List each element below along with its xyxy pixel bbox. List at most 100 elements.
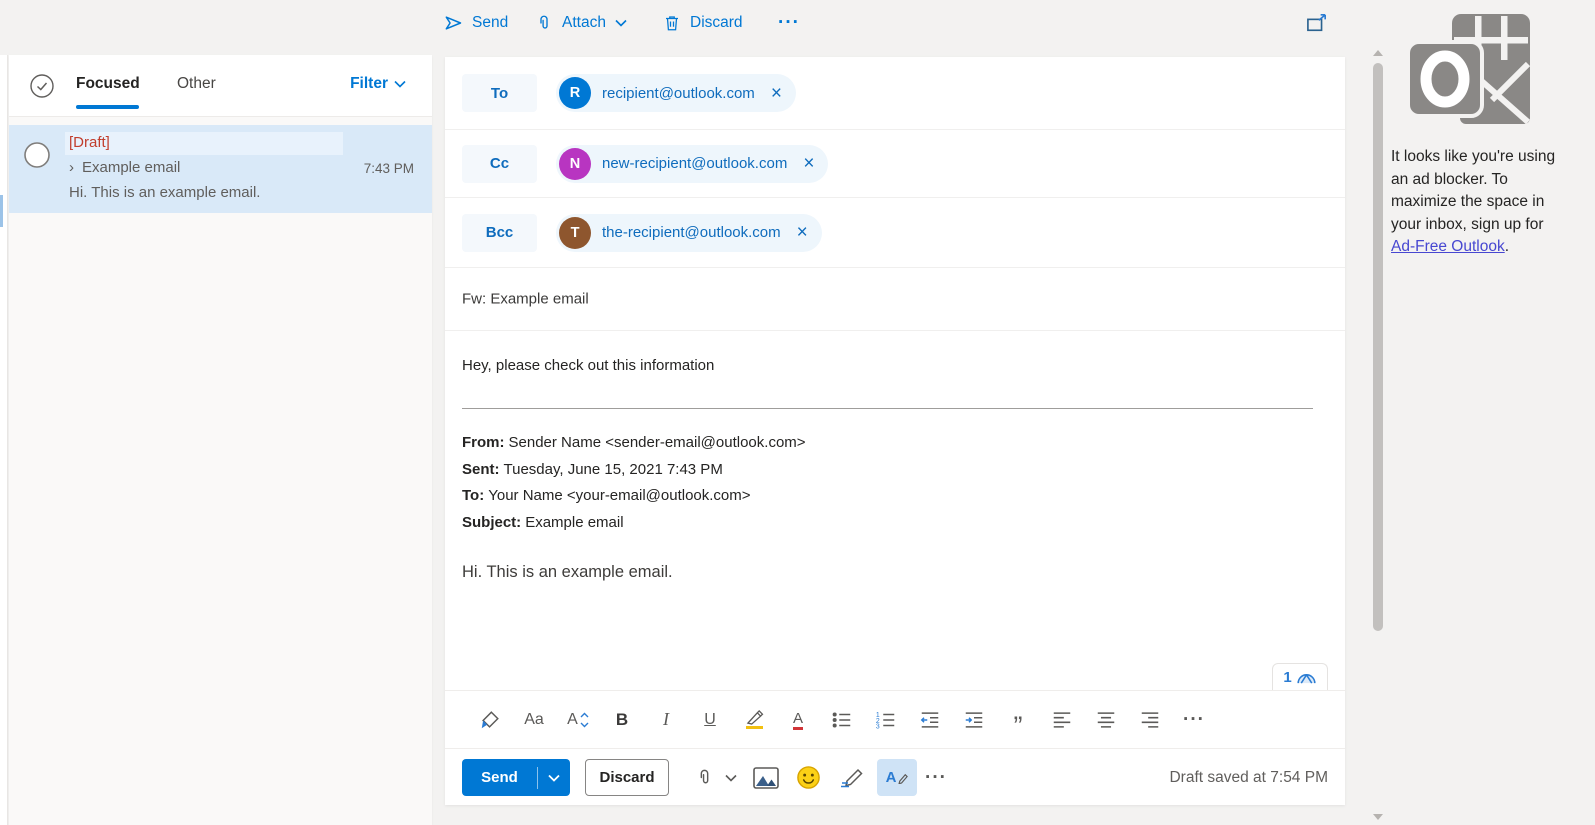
font-color-icon[interactable]: A [776, 698, 820, 742]
select-all-checkbox-icon[interactable] [29, 73, 55, 104]
editor-suggestions-chip[interactable]: 1 [1272, 663, 1328, 690]
more-formatting-icon[interactable]: ··· [1172, 698, 1216, 742]
outlook-grid-logo-icon [1408, 14, 1530, 131]
text-highlight-icon[interactable] [732, 698, 776, 742]
more-options-icon[interactable]: ··· [925, 759, 947, 796]
outlook-compose-screen: Send Attach Discard ··· Focused Other [0, 0, 1595, 825]
vertical-scrollbar [1371, 45, 1385, 825]
font-icon[interactable]: Aa [512, 698, 556, 742]
send-command-label: Send [472, 14, 508, 32]
send-command[interactable]: Send [443, 0, 508, 45]
recipient-email: recipient@outlook.com [602, 85, 755, 102]
svg-text:3: 3 [876, 723, 880, 730]
scroll-down-arrow[interactable] [1373, 814, 1383, 820]
align-center-icon[interactable] [1084, 698, 1128, 742]
send-options-chevron-icon[interactable] [538, 774, 570, 782]
bcc-row: Bcc T the-recipient@outlook.com × [445, 198, 1345, 268]
mail-subject-row: › Example email [69, 159, 180, 176]
recipient-chip-to[interactable]: R recipient@outlook.com × [556, 74, 796, 112]
chevron-down-icon [615, 19, 627, 27]
recipient-email: new-recipient@outlook.com [602, 155, 787, 172]
quoted-divider [462, 408, 1313, 409]
compose-card: To R recipient@outlook.com × Cc N new-re… [445, 57, 1345, 805]
left-edge-marker [0, 195, 3, 227]
expand-chevron-icon[interactable]: › [69, 159, 74, 176]
bulleted-list-icon[interactable] [820, 698, 864, 742]
recipient-chip-cc[interactable]: N new-recipient@outlook.com × [556, 145, 828, 183]
editor-tent-icon [1296, 670, 1317, 684]
filter-label: Filter [350, 75, 388, 93]
attach-command[interactable]: Attach [535, 0, 627, 45]
ad-free-outlook-link[interactable]: Ad-Free Outlook [1391, 238, 1505, 255]
to-row: To R recipient@outlook.com × [445, 57, 1345, 130]
draft-saved-status: Draft saved at 7:54 PM [1169, 749, 1328, 806]
align-left-icon[interactable] [1040, 698, 1084, 742]
mail-list-item[interactable]: [Draft] › Example email 7:43 PM Hi. This… [9, 125, 432, 213]
compose-body-editor[interactable]: Hey, please check out this information F… [445, 331, 1345, 690]
insert-image-icon[interactable] [753, 759, 779, 796]
discard-button[interactable]: Discard [585, 759, 669, 796]
quoted-headers: From:Sender Name <sender-email@outlook.c… [462, 430, 806, 536]
editor-suggestions-count: 1 [1283, 669, 1291, 686]
mail-item-preview: Hi. This is an example email. [69, 184, 260, 201]
send-button-label: Send [462, 769, 537, 786]
increase-indent-icon[interactable] [952, 698, 996, 742]
quoted-header-line: Sent:Tuesday, June 15, 2021 7:43 PM [462, 457, 806, 484]
bcc-field-button[interactable]: Bcc [462, 214, 537, 252]
message-list-pane: Focused Other Filter [Draft] › Example e… [9, 55, 432, 825]
subject-field[interactable]: Fw: Example email [445, 268, 1345, 331]
remove-recipient-icon[interactable]: × [797, 223, 808, 242]
quoted-header-line: To:Your Name <your-email@outlook.com> [462, 483, 806, 510]
avatar: R [559, 77, 591, 109]
quoted-body-text: Hi. This is an example email. [462, 563, 673, 582]
message-list-header: Focused Other Filter [9, 55, 432, 117]
formatting-toolbar: Aa A B I U A 123 [445, 690, 1345, 748]
cc-row: Cc N new-recipient@outlook.com × [445, 130, 1345, 198]
paperclip-icon [535, 13, 553, 33]
send-button[interactable]: Send [462, 759, 570, 796]
attach-command-label: Attach [562, 14, 606, 32]
underline-icon[interactable]: U [688, 698, 732, 742]
mail-item-time: 7:43 PM [364, 161, 414, 176]
emoji-icon[interactable] [796, 759, 821, 796]
remove-recipient-icon[interactable]: × [771, 84, 782, 103]
scroll-up-arrow[interactable] [1373, 50, 1383, 56]
ad-blocker-message: It looks like you're using an ad blocker… [1391, 146, 1565, 259]
send-bar: Send Discard A [445, 748, 1345, 805]
attach-file-icon[interactable] [695, 759, 714, 796]
popout-icon[interactable] [1306, 0, 1328, 45]
command-bar-more-button[interactable]: ··· [778, 0, 800, 45]
discard-command-label: Discard [690, 14, 743, 32]
numbered-list-icon[interactable]: 123 [864, 698, 908, 742]
align-right-icon[interactable] [1128, 698, 1172, 742]
avatar: T [559, 217, 591, 249]
cc-field-button[interactable]: Cc [462, 145, 537, 183]
tab-other[interactable]: Other [177, 75, 216, 93]
quote-icon[interactable]: ” [996, 698, 1040, 742]
tab-focused[interactable]: Focused [76, 75, 140, 93]
bold-icon[interactable]: B [600, 698, 644, 742]
decrease-indent-icon[interactable] [908, 698, 952, 742]
mail-item-select-radio[interactable] [23, 141, 51, 174]
to-field-button[interactable]: To [462, 74, 537, 112]
trash-icon [663, 13, 681, 33]
format-painter-icon[interactable] [468, 698, 512, 742]
italic-icon[interactable]: I [644, 698, 688, 742]
send-icon [443, 13, 463, 33]
folder-pane-collapsed-strip [0, 55, 8, 825]
filter-button[interactable]: Filter [350, 75, 406, 93]
recipient-chip-bcc[interactable]: T the-recipient@outlook.com × [556, 214, 822, 252]
attach-options-chevron-icon[interactable] [725, 759, 737, 796]
remove-recipient-icon[interactable]: × [803, 154, 814, 173]
recipient-email: the-recipient@outlook.com [602, 224, 781, 241]
subject-value: Fw: Example email [462, 291, 589, 308]
body-message: Hey, please check out this information [462, 357, 714, 374]
avatar: N [559, 148, 591, 180]
editor-button[interactable]: A [877, 759, 917, 796]
quoted-header-line: Subject:Example email [462, 510, 806, 537]
ink-draw-icon[interactable] [839, 759, 865, 796]
discard-command[interactable]: Discard [663, 0, 743, 45]
font-size-icon[interactable]: A [556, 698, 600, 742]
scrollbar-thumb[interactable] [1373, 63, 1383, 631]
active-tab-underline [76, 105, 139, 109]
